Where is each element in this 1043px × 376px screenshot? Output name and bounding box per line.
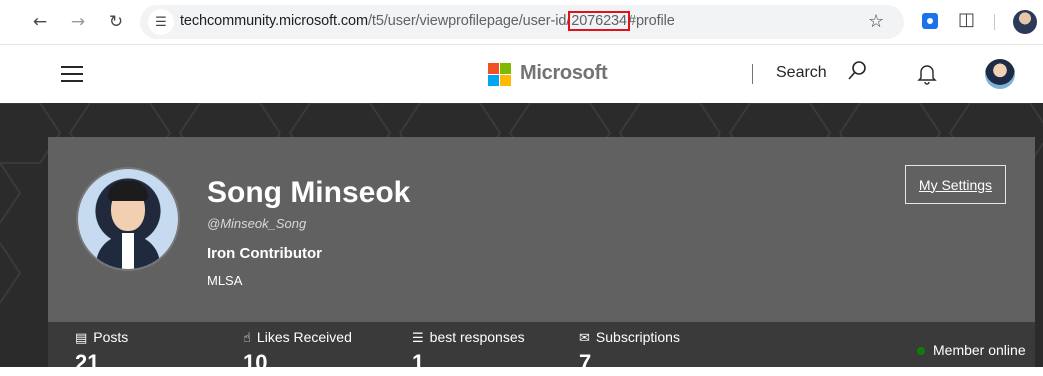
envelope-icon: ✉	[579, 331, 590, 346]
stat-value: 10	[243, 350, 268, 375]
toolbar-divider	[994, 14, 995, 30]
stat-value: 21	[75, 350, 100, 375]
profile-name: Song Minseok	[207, 176, 411, 209]
extensions-puzzle-icon[interactable]: ◫	[958, 9, 975, 30]
my-settings-button[interactable]: My Settings	[905, 165, 1006, 204]
checklist-icon: ☰	[412, 331, 424, 346]
stat-label: Posts	[93, 329, 129, 345]
online-dot-icon	[917, 347, 925, 356]
search-icon[interactable]	[847, 60, 867, 82]
forward-arrow-icon[interactable]: →	[66, 10, 90, 34]
profile-photo	[78, 169, 178, 269]
online-label: Member online	[933, 342, 1026, 358]
bell-icon[interactable]	[916, 62, 938, 86]
url-path: /t5/user/viewprofilepage/user-id/	[368, 13, 571, 29]
thumbs-up-icon: ☝	[243, 331, 251, 346]
browser-profile-avatar[interactable]	[1013, 10, 1037, 34]
site-info-icon[interactable]: ☰	[148, 9, 174, 35]
microsoft-logo[interactable]	[488, 63, 511, 86]
user-avatar[interactable]	[985, 59, 1015, 89]
browser-toolbar: ← → ↻ ☰ techcommunity.microsoft.com/t5/u…	[0, 0, 1043, 45]
reload-icon[interactable]: ↻	[104, 10, 128, 34]
url-text[interactable]: techcommunity.microsoft.com/t5/user/view…	[180, 11, 675, 31]
stat-label: best responses	[429, 329, 525, 345]
online-status: Member online	[917, 342, 1026, 358]
url-user-id-highlight: 2076234	[568, 11, 630, 31]
stat-label: Subscriptions	[595, 329, 680, 345]
bookmark-star-icon[interactable]: ☆	[868, 11, 884, 32]
profile-organization: MLSA	[207, 273, 243, 288]
brand-name[interactable]: Microsoft	[520, 62, 608, 85]
stat-value: 1	[412, 350, 425, 375]
stats-bar: ▤ Posts 21 ☝ Likes Received 10 ☰ best respo…	[48, 322, 1035, 375]
profile-handle: @Minseok_Song	[207, 216, 307, 231]
profile-card	[48, 137, 1035, 323]
header-divider	[752, 64, 753, 84]
url-fragment: #profile	[627, 13, 675, 29]
back-arrow-icon[interactable]: ←	[28, 10, 52, 34]
stat-posts[interactable]: ▤ Posts	[75, 329, 128, 346]
address-bar[interactable]: ☰ techcommunity.microsoft.com/t5/user/vi…	[140, 5, 904, 39]
stat-label: Likes Received	[256, 329, 352, 345]
stat-best-responses[interactable]: ☰ best responses	[412, 329, 525, 346]
message-icon: ▤	[75, 331, 88, 346]
extension-icon[interactable]	[922, 13, 938, 29]
profile-rank: Iron Contributor	[207, 245, 322, 262]
search-label[interactable]: Search	[776, 64, 827, 82]
url-host: techcommunity.microsoft.com	[180, 13, 368, 29]
stat-likes-received[interactable]: ☝ Likes Received	[243, 329, 352, 346]
hamburger-menu-icon[interactable]	[61, 66, 83, 82]
stat-subscriptions[interactable]: ✉ Subscriptions	[579, 329, 680, 346]
stat-value: 7	[579, 350, 592, 375]
site-header: Microsoft Search	[0, 45, 1043, 103]
